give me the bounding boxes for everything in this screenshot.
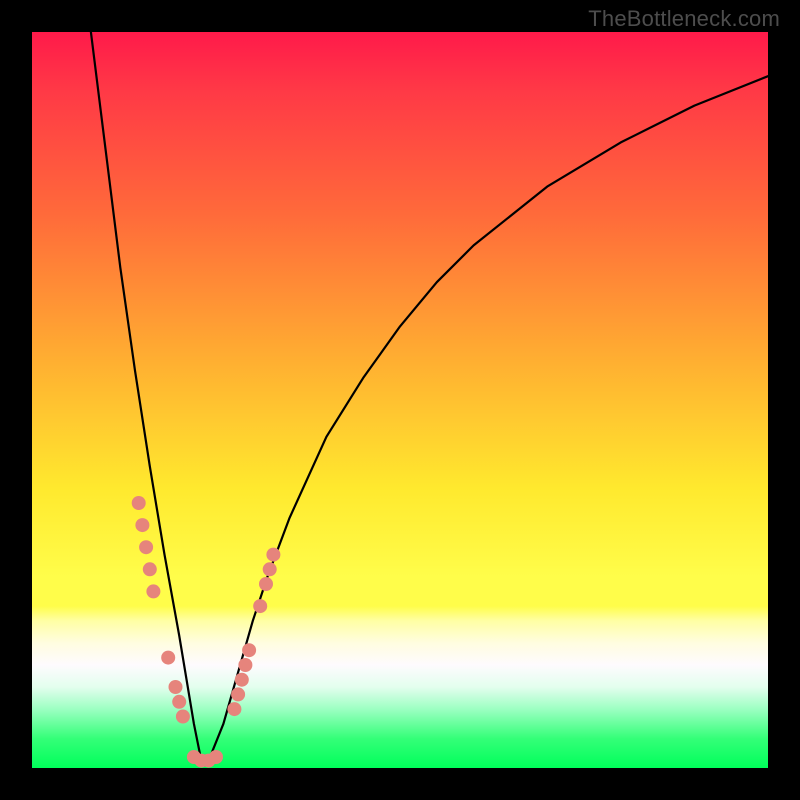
- marker-dot: [209, 750, 223, 764]
- chart-frame: TheBottleneck.com: [0, 0, 800, 800]
- curve-svg: [32, 32, 768, 768]
- marker-group: [132, 496, 281, 768]
- marker-dot: [143, 562, 157, 576]
- marker-dot: [139, 540, 153, 554]
- marker-dot: [263, 562, 277, 576]
- marker-dot: [227, 702, 241, 716]
- marker-dot: [259, 577, 273, 591]
- marker-dot: [161, 651, 175, 665]
- bottleneck-curve: [91, 32, 768, 761]
- marker-dot: [172, 695, 186, 709]
- marker-dot: [169, 680, 183, 694]
- marker-dot: [242, 643, 256, 657]
- marker-dot: [176, 710, 190, 724]
- plot-area: [32, 32, 768, 768]
- marker-dot: [238, 658, 252, 672]
- marker-dot: [266, 548, 280, 562]
- marker-dot: [231, 687, 245, 701]
- marker-dot: [235, 673, 249, 687]
- marker-dot: [135, 518, 149, 532]
- watermark-label: TheBottleneck.com: [588, 6, 780, 32]
- marker-dot: [146, 584, 160, 598]
- marker-dot: [253, 599, 267, 613]
- marker-dot: [132, 496, 146, 510]
